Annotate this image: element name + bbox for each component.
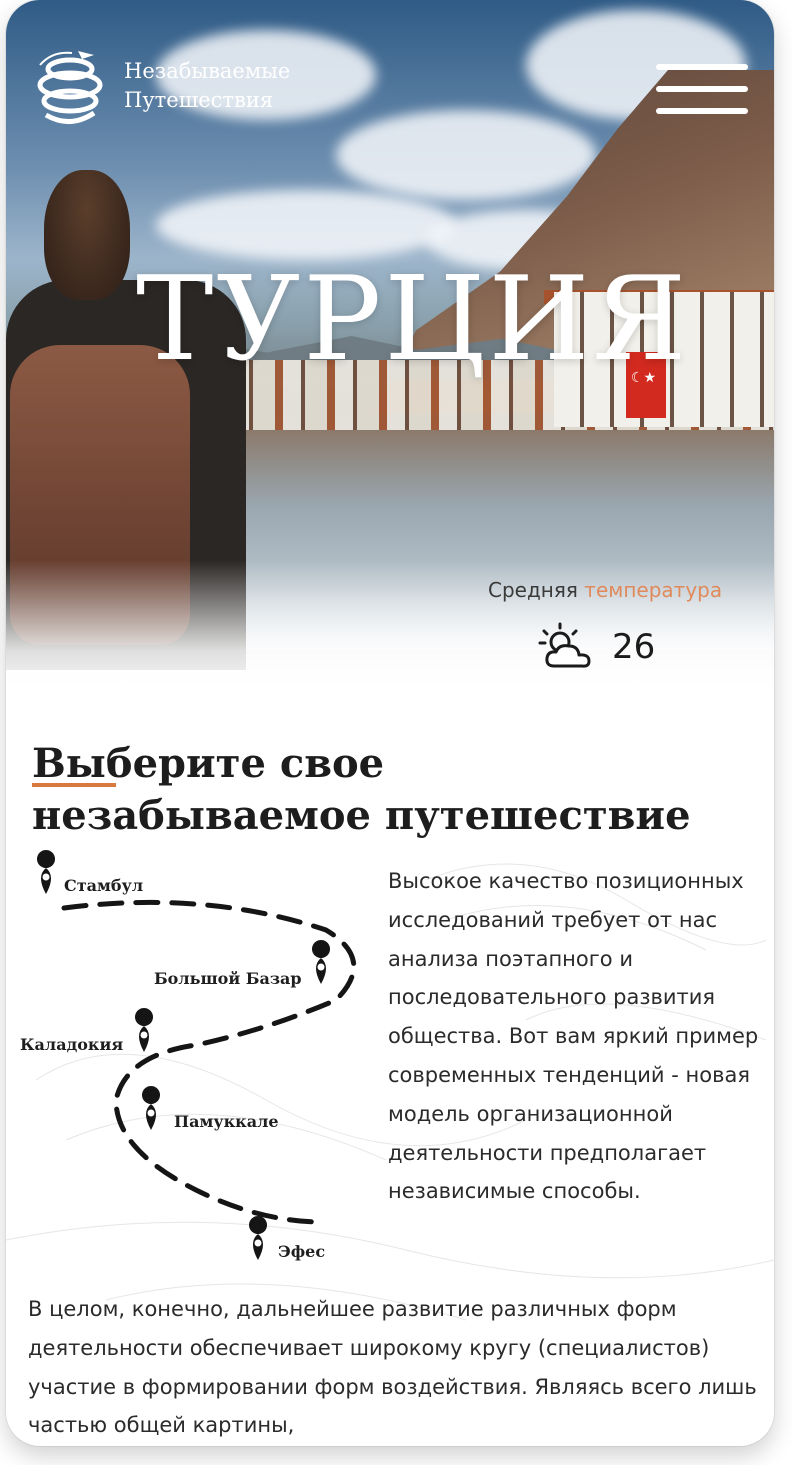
temperature-value: 26 [612,627,656,667]
title-underline [32,783,116,787]
route-map: Стамбул Большой Базар Каладокия Памуккал… [6,850,386,1270]
logo-line1: Незабываемые [124,59,291,83]
temperature-label: Средняя температура [488,578,722,602]
globe-plane-icon [37,51,103,124]
description-paragraph-2: В целом, конечно, дальнейшее развитие ра… [28,1297,757,1438]
location-pin-icon [142,1086,161,1130]
logo-line2: Путешествия [124,88,274,112]
logo-text: Незабываемые Путешествия [124,57,290,115]
stop-label[interactable]: Памуккале [174,1112,279,1131]
temperature-row: 26 [536,622,655,672]
section-title-line2: незабываемое путешествие [32,792,691,839]
stop-label[interactable]: Эфес [278,1242,325,1261]
hero-section: Незабываемые Путешествия ТУРЦИЯ Средняя … [6,0,774,700]
logo[interactable]: Незабываемые Путешествия [32,45,290,127]
stop-label[interactable]: Стамбул [64,876,143,895]
traveler-head [44,170,130,300]
route-path [37,850,357,1260]
phone-screen: Незабываемые Путешествия ТУРЦИЯ Средняя … [6,0,774,1446]
stop-label[interactable]: Каладокия [20,1035,123,1054]
location-pin-icon [312,940,331,984]
cloud [336,110,596,200]
location-pin-icon [249,1216,268,1260]
country-title: ТУРЦИЯ [136,252,690,387]
partly-cloudy-icon [538,622,591,668]
hamburger-menu-icon[interactable] [656,64,748,116]
temperature-label-accent: температура [584,578,723,602]
stop-label[interactable]: Большой Базар [154,969,302,988]
location-pin-icon [37,850,56,894]
section-title: Выберите свое незабываемое путешествие [32,738,752,842]
location-pin-icon [135,1008,154,1052]
description-paragraph: Высокое качество позиционных исследовани… [388,869,759,1204]
temperature-label-plain: Средняя [488,578,578,602]
section-title-line1: Выберите свое [32,740,385,787]
